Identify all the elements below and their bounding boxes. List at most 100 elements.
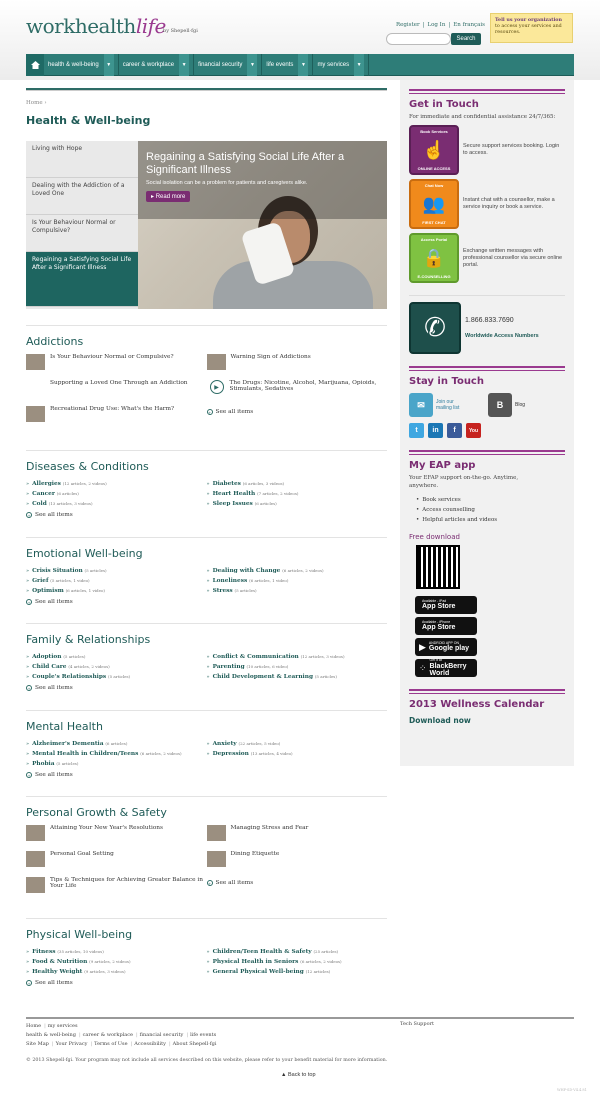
topic-link[interactable]: » Healthy Weight (9 articles, 3 videos): [26, 967, 207, 977]
read-more-button[interactable]: ▸ Read more: [146, 191, 191, 203]
topic-link[interactable]: » Alzheimer's Dementia (6 articles): [26, 739, 207, 749]
facebook-icon[interactable]: f: [447, 423, 462, 439]
topic-link[interactable]: » Grief (5 articles, 1 video): [26, 576, 207, 586]
nav-health[interactable]: health & well-being ▼: [44, 54, 119, 76]
thumbnail[interactable]: [26, 851, 45, 867]
play-icon[interactable]: ▶: [209, 380, 224, 394]
thumbnail[interactable]: [206, 825, 226, 841]
lock-icon[interactable]: Access Portal 🔒 E-COUNSELLING: [409, 233, 459, 284]
featured-tab[interactable]: Is Your Behaviour Normal or Compulsive?: [26, 215, 138, 252]
article-link[interactable]: Managing Stress and Fear: [231, 825, 309, 831]
french-link[interactable]: En français: [453, 22, 485, 28]
topic-link[interactable]: » Optimism (6 articles, 1 video): [26, 586, 207, 596]
topic-link[interactable]: » Depression (13 articles, 4 video): [207, 749, 388, 759]
twitter-icon[interactable]: t: [409, 423, 424, 439]
people-chat-icon[interactable]: Chat Now 👥 FIRST CHAT: [409, 179, 459, 230]
topic-link[interactable]: » Allergies (12 articles, 2 videos): [26, 479, 207, 489]
see-all-link[interactable]: + See all items: [26, 512, 207, 518]
see-all-link[interactable]: + See all items: [26, 685, 207, 691]
footer-link[interactable]: Home: [26, 1023, 41, 1029]
topic-link[interactable]: » Anxiety (22 articles, 5 video): [207, 739, 388, 749]
footer-link[interactable]: Site Map: [26, 1041, 49, 1047]
footer-link[interactable]: life events: [190, 1032, 216, 1038]
see-all-link[interactable]: + See all items: [26, 772, 207, 778]
chevron-down-icon[interactable]: ▼: [247, 54, 258, 76]
thumbnail[interactable]: [206, 851, 226, 867]
thumbnail[interactable]: [26, 825, 45, 841]
topic-link[interactable]: » Conflict & Communication (12 articles, …: [207, 652, 388, 662]
tech-support-link[interactable]: Tech Support: [400, 1021, 434, 1027]
topic-link[interactable]: » Parenting (10 articles, 6 video): [207, 662, 388, 672]
see-all-link[interactable]: + See all items: [26, 980, 207, 986]
thumbnail[interactable]: [26, 354, 45, 370]
article-link[interactable]: Personal Goal Setting: [50, 851, 114, 857]
topic-link[interactable]: » Adoption (5 articles): [26, 652, 207, 662]
featured-title[interactable]: Regaining a Satisfying Social Life After…: [146, 151, 379, 176]
topic-link[interactable]: » General Physical Well-being (12 article…: [207, 967, 388, 977]
home-icon[interactable]: [26, 54, 44, 76]
footer-link[interactable]: health & well-being: [26, 1032, 76, 1038]
chevron-down-icon[interactable]: ▼: [179, 54, 190, 76]
mailing-list-link[interactable]: Join our mailing list: [436, 399, 464, 411]
footer-link[interactable]: Accessibility: [134, 1041, 166, 1047]
topic-link[interactable]: » Dealing with Change (6 articles, 2 vide…: [207, 566, 388, 576]
footer-link[interactable]: career & workplace: [83, 1032, 133, 1038]
featured-tab[interactable]: Living with Hope: [26, 141, 138, 178]
blog-icon[interactable]: B: [488, 393, 512, 418]
back-to-top-link[interactable]: ▲ Back to top: [281, 1072, 316, 1078]
article-link[interactable]: Warning Sign of Addictions: [231, 354, 311, 360]
featured-tab-active[interactable]: Regaining a Satisfying Social Life After…: [26, 252, 138, 307]
topic-link[interactable]: » Diabetes (6 articles, 3 videos): [207, 479, 388, 489]
topic-link[interactable]: » Food & Nutrition (9 articles, 2 videos): [26, 957, 207, 967]
app-store-iphone-badge[interactable]: Available - iPhone App Store: [415, 617, 477, 636]
search-input[interactable]: [386, 33, 451, 45]
google-play-badge[interactable]: ▶ ANDROID APP ON Google play: [415, 638, 477, 657]
service-first-chat[interactable]: Chat Now 👥 FIRST CHAT Instant chat with a …: [409, 179, 565, 230]
article-link[interactable]: Recreational Drug Use: What's the Harm?: [50, 406, 174, 412]
footer-link[interactable]: Your Privacy: [56, 1041, 88, 1047]
thumbnail[interactable]: [26, 406, 45, 422]
featured-tab[interactable]: Dealing with the Addiction of a Loved On…: [26, 178, 138, 215]
service-online-access[interactable]: Book Services ☝ ONLINE ACCESS Secure suppo…: [409, 125, 565, 176]
article-link[interactable]: Is Your Behaviour Normal or Compulsive?: [50, 354, 174, 360]
topic-link[interactable]: » Cancer (6 articles): [26, 489, 207, 499]
tell-us-box[interactable]: Tell us your organization to access your…: [490, 13, 573, 43]
topic-link[interactable]: » Couple's Relationships (5 articles): [26, 672, 207, 682]
logo[interactable]: workhealthlife: [26, 14, 166, 38]
blog-link[interactable]: Blog: [515, 402, 525, 408]
topic-link[interactable]: » Children/Teen Health & Safety (25 artic…: [207, 947, 388, 957]
qr-code-icon[interactable]: [416, 545, 460, 590]
nav-life-events[interactable]: life events ▼: [262, 54, 314, 76]
chevron-down-icon[interactable]: ▼: [354, 54, 365, 76]
nav-my-services[interactable]: my services ▼: [313, 54, 370, 76]
breadcrumb[interactable]: Home ›: [26, 100, 387, 106]
service-e-counselling[interactable]: Access Portal 🔒 E-COUNSELLING Exchange wri…: [409, 233, 565, 284]
article-link[interactable]: Attaining Your New Year's Resolutions: [50, 825, 163, 831]
article-link[interactable]: Tips & Techniques for Achieving Greater …: [50, 877, 205, 889]
login-link[interactable]: Log In: [427, 22, 445, 28]
footer-link[interactable]: financial security: [140, 1032, 184, 1038]
topic-link[interactable]: » Sleep Issues (6 articles): [207, 499, 388, 509]
see-all-link[interactable]: + See all items: [206, 880, 388, 886]
featured-image[interactable]: Regaining a Satisfying Social Life After…: [138, 141, 387, 309]
download-now-link[interactable]: Download now: [409, 716, 565, 725]
footer-link[interactable]: my services: [48, 1023, 78, 1029]
thumbnail[interactable]: [26, 877, 45, 893]
topic-link[interactable]: » Heart Health (7 articles, 2 videos): [207, 489, 388, 499]
linkedin-icon[interactable]: in: [428, 423, 443, 439]
topic-link[interactable]: » Loneliness (6 articles, 1 video): [207, 576, 388, 586]
search-button[interactable]: Search: [451, 33, 481, 45]
article-link[interactable]: Dining Etiquette: [231, 851, 280, 857]
topic-link[interactable]: » Phobia (5 articles): [26, 759, 207, 769]
pointer-hand-icon[interactable]: Book Services ☝ ONLINE ACCESS: [409, 125, 459, 176]
topic-link[interactable]: » Fitness (35 articles, 10 videos): [26, 947, 207, 957]
topic-link[interactable]: » Child Development & Learning (5 article…: [207, 672, 388, 682]
blackberry-world-badge[interactable]: ⁘ Get it at BlackBerry World: [415, 658, 477, 678]
topic-link[interactable]: » Physical Health in Seniors (6 articles,…: [207, 957, 388, 967]
mail-icon[interactable]: ✉: [409, 393, 433, 418]
topic-link[interactable]: » Child Care (4 articles, 2 videos): [26, 662, 207, 672]
topic-link[interactable]: » Crisis Situation (5 articles): [26, 566, 207, 576]
topic-link[interactable]: » Stress (5 articles): [207, 586, 388, 596]
chevron-down-icon[interactable]: ▼: [103, 54, 114, 76]
footer-link[interactable]: About Shepell·fgi: [173, 1041, 217, 1047]
